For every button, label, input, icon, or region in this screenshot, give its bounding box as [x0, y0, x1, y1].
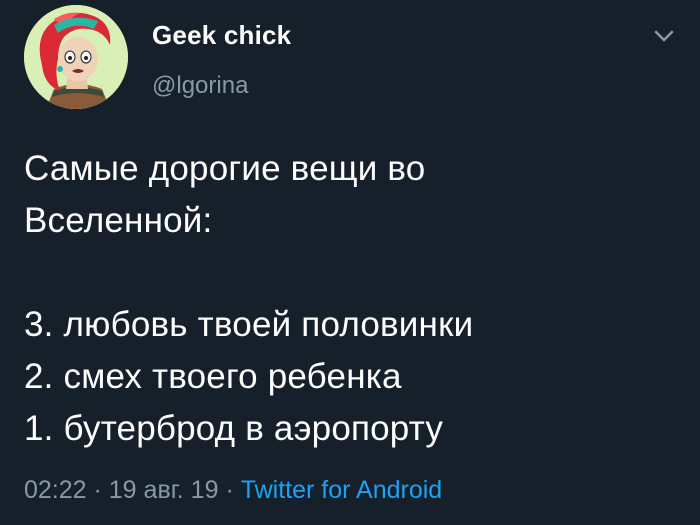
- author-handle[interactable]: @lgorina: [152, 72, 248, 100]
- meta-separator: ·: [86, 476, 109, 504]
- meta-separator: ·: [218, 476, 241, 504]
- author-display-name[interactable]: Geek chick: [152, 20, 291, 51]
- chevron-down-icon[interactable]: [650, 24, 678, 48]
- cartoon-woman-red-hair-avatar-icon: [24, 5, 128, 109]
- tweet-time[interactable]: 02:22: [24, 476, 87, 504]
- tweet-date[interactable]: 19 авг. 19: [109, 476, 219, 504]
- tweet-text: Самые дорогие вещи во Вселенной: 3. любо…: [24, 149, 474, 448]
- tweet-source-link[interactable]: Twitter for Android: [241, 476, 442, 504]
- tweet-metadata: 02:22 · 19 авг. 19 · Twitter for Android: [24, 476, 442, 505]
- author-avatar[interactable]: [24, 5, 128, 109]
